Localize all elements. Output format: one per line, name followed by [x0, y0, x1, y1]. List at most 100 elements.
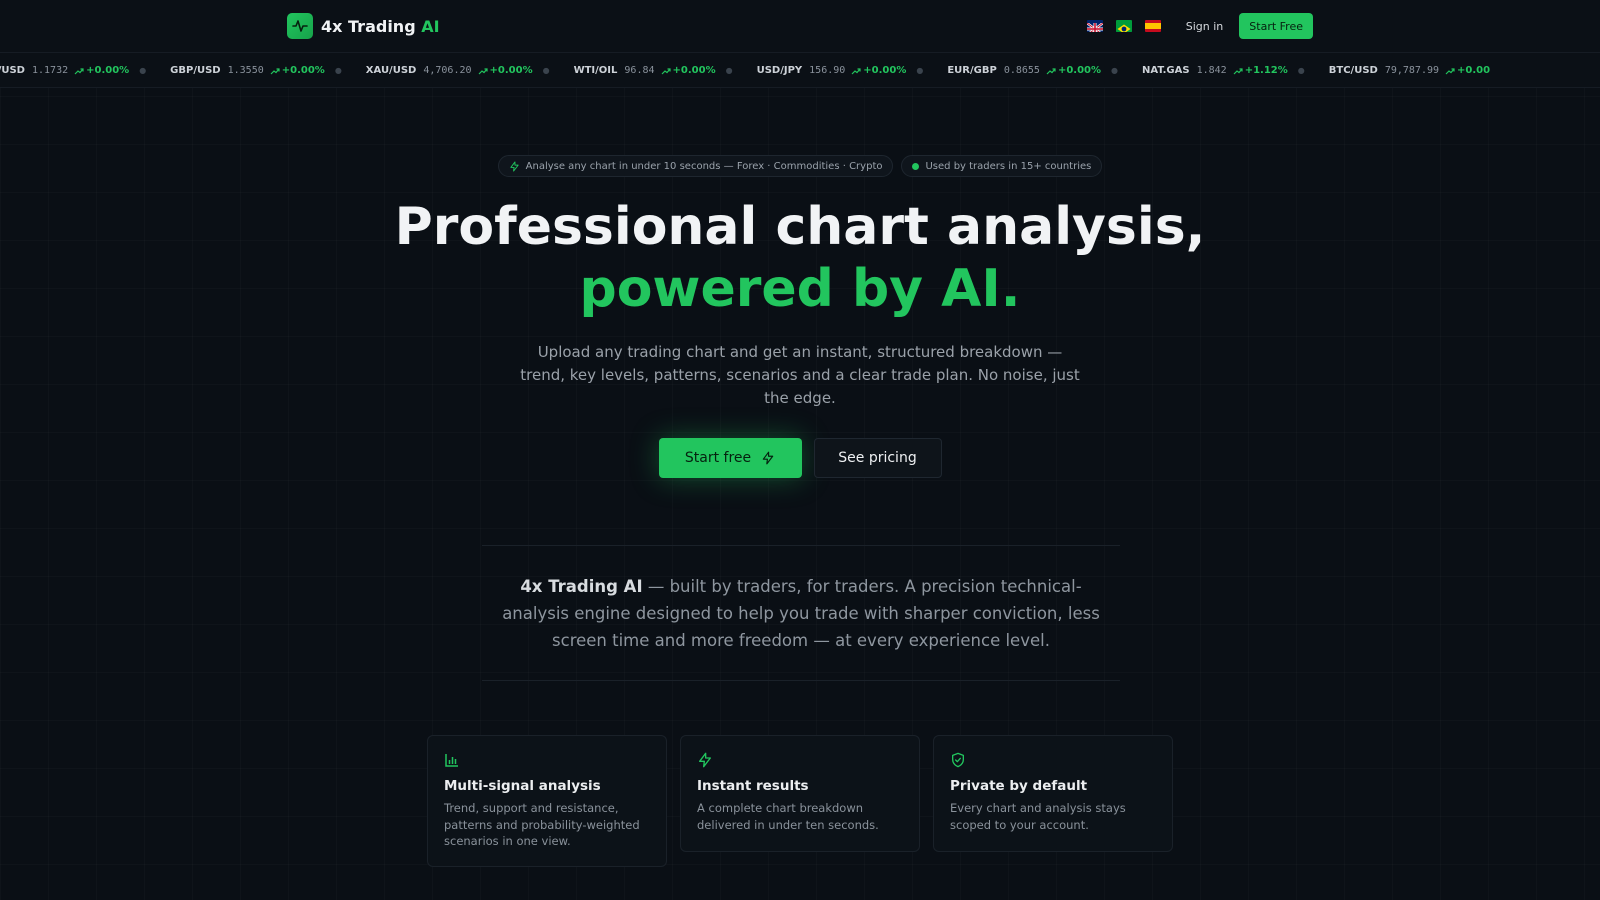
hero-title-line1: Professional chart analysis,	[394, 197, 1206, 257]
hero-pills: Analyse any chart in under 10 seconds — …	[0, 155, 1600, 177]
about-text: 4x Trading AI — built by traders, for tr…	[492, 573, 1110, 654]
ticker-symbol: GBP/USD	[170, 65, 221, 76]
divider-bottom	[482, 680, 1120, 681]
brand-name-main: 4x Trading	[321, 16, 416, 36]
ticker-item[interactable]: GBP/USD 1.3550 +0.00% ●	[170, 65, 366, 76]
pulse-logo-icon	[287, 13, 313, 39]
brazil-flag-icon[interactable]	[1115, 20, 1132, 32]
ticker-item[interactable]: NAT.GAS 1.842 +1.12% ●	[1142, 65, 1329, 76]
about-brand: 4x Trading AI	[520, 577, 643, 596]
bar-chart-icon	[444, 752, 650, 770]
feature-text: A complete chart breakdown delivered in …	[697, 801, 879, 832]
ticker-change: +0.00	[1445, 65, 1490, 76]
lightning-icon	[762, 451, 774, 465]
signin-link[interactable]: Sign in	[1186, 20, 1224, 33]
ticker-symbol: XAU/USD	[365, 65, 417, 76]
ticker-symbol: USD/JPY	[756, 65, 803, 76]
ticker-separator-icon: ●	[139, 66, 147, 75]
ticker-change-value: +1.12%	[1244, 65, 1288, 76]
start-free-button[interactable]: Start free	[658, 438, 802, 478]
uk-flag-icon[interactable]	[1086, 20, 1103, 32]
start-free-button-top[interactable]: Start Free	[1239, 13, 1313, 39]
brand-name-accent: AI	[421, 16, 440, 36]
shield-check-icon	[950, 752, 1156, 770]
feature-card-private: Private by default Every chart and analy…	[933, 735, 1173, 852]
feature-title: Multi-signal analysis	[444, 778, 601, 794]
trend-up-icon	[661, 67, 671, 74]
top-navbar: 4x Trading AI Sign in Start Free	[0, 0, 1600, 53]
ticker-price: 0.8655	[1003, 65, 1040, 76]
price-ticker: R/USD1.1732+0.00%●GBP/USD1.3550+0.00%●XA…	[0, 53, 1600, 88]
lightning-icon	[510, 160, 519, 172]
feature-card-multi-signal: Multi-signal analysis Trend, support and…	[427, 735, 667, 867]
trend-up-icon	[851, 67, 861, 74]
ticker-price: 1.842	[1196, 65, 1227, 76]
trend-up-icon	[478, 67, 488, 74]
hero-title: Professional chart analysis, powered by …	[0, 196, 1600, 320]
ticker-change-value: +0.00%	[86, 65, 130, 76]
traders-pill: Used by traders in 15+ countries	[901, 155, 1103, 177]
ticker-change: +0.00%	[270, 65, 325, 76]
traders-pill-text: Used by traders in 15+ countries	[925, 160, 1092, 172]
ticker-change-value: +0.00%	[281, 65, 325, 76]
ticker-change-value: +0.00%	[863, 65, 907, 76]
ticker-item[interactable]: BTC/USD 79,787.99 +0.00	[1329, 65, 1490, 76]
ticker-price: 96.84	[624, 65, 655, 76]
start-free-label: Start free	[684, 450, 752, 466]
see-pricing-button[interactable]: See pricing	[813, 438, 942, 478]
ticker-change: +0.00%	[478, 65, 533, 76]
ticker-symbol: WTI/OIL	[573, 65, 618, 76]
feature-text: Trend, support and resistance, patterns …	[444, 801, 640, 848]
trend-up-icon	[1445, 67, 1455, 74]
ticker-item[interactable]: USD/JPY 156.90 +0.00% ●	[757, 65, 948, 76]
ticker-change-value: +0.00	[1457, 65, 1491, 76]
brand[interactable]: 4x Trading AI	[287, 13, 440, 39]
ticker-change: +1.12%	[1233, 65, 1288, 76]
ticker-symbol: NAT.GAS	[1142, 65, 1190, 76]
trend-up-icon	[74, 67, 84, 74]
feature-title: Private by default	[950, 778, 1088, 794]
ticker-price: 79,787.99	[1384, 65, 1440, 76]
ticker-change: +0.00%	[661, 65, 716, 76]
nav-right: Sign in Start Free	[1086, 13, 1313, 39]
ticker-change: +0.00%	[74, 65, 129, 76]
hero-subtitle: Upload any trading chart and get an inst…	[520, 343, 1080, 407]
ticker-price: 1.1732	[31, 65, 69, 76]
trend-up-icon	[1046, 67, 1056, 74]
feature-text: Every chart and analysis stays scoped to…	[950, 801, 1126, 832]
brand-name: 4x Trading AI	[321, 17, 440, 36]
ticker-item[interactable]: R/USD 1.1732 +0.00% ●	[0, 65, 170, 76]
ticker-price: 156.90	[809, 65, 846, 76]
ticker-change-value: +0.00%	[672, 65, 716, 76]
divider-top	[482, 545, 1120, 546]
ticker-separator-icon: ●	[725, 66, 733, 75]
ticker-separator-icon: ●	[542, 66, 550, 75]
ticker-separator-icon: ●	[1297, 66, 1305, 75]
ticker-item[interactable]: WTI/OIL 96.84 +0.00% ●	[574, 65, 757, 76]
ticker-symbol: R/USD	[0, 65, 25, 76]
ticker-change-value: +0.00%	[489, 65, 533, 76]
speed-pill-text: Analyse any chart in under 10 seconds — …	[525, 160, 883, 172]
ticker-change-value: +0.00%	[1057, 65, 1102, 76]
feature-title: Instant results	[697, 778, 809, 794]
ticker-track: R/USD1.1732+0.00%●GBP/USD1.3550+0.00%●XA…	[0, 53, 1490, 87]
lightning-icon	[697, 752, 903, 770]
trend-up-icon	[1233, 67, 1243, 74]
ticker-price: 1.3550	[227, 65, 264, 76]
live-dot-icon	[912, 162, 920, 170]
speed-pill: Analyse any chart in under 10 seconds — …	[497, 155, 894, 177]
trend-up-icon	[270, 67, 280, 74]
ticker-change: +0.00%	[851, 65, 906, 76]
ticker-item[interactable]: XAU/USD 4,706.20 +0.00% ●	[366, 65, 574, 76]
ticker-item[interactable]: EUR/GBP 0.8655 +0.00% ●	[947, 65, 1142, 76]
cta-row: Start free See pricing	[0, 438, 1600, 478]
feature-cards: Multi-signal analysis Trend, support and…	[427, 735, 1173, 867]
ticker-symbol: BTC/USD	[1328, 65, 1378, 76]
spain-flag-icon[interactable]	[1144, 20, 1161, 32]
ticker-separator-icon: ●	[916, 66, 924, 75]
ticker-symbol: EUR/GBP	[947, 65, 997, 76]
ticker-change: +0.00%	[1046, 65, 1101, 76]
ticker-price: 4,706.20	[423, 65, 472, 76]
ticker-separator-icon: ●	[334, 66, 342, 75]
feature-card-instant: Instant results A complete chart breakdo…	[680, 735, 920, 852]
